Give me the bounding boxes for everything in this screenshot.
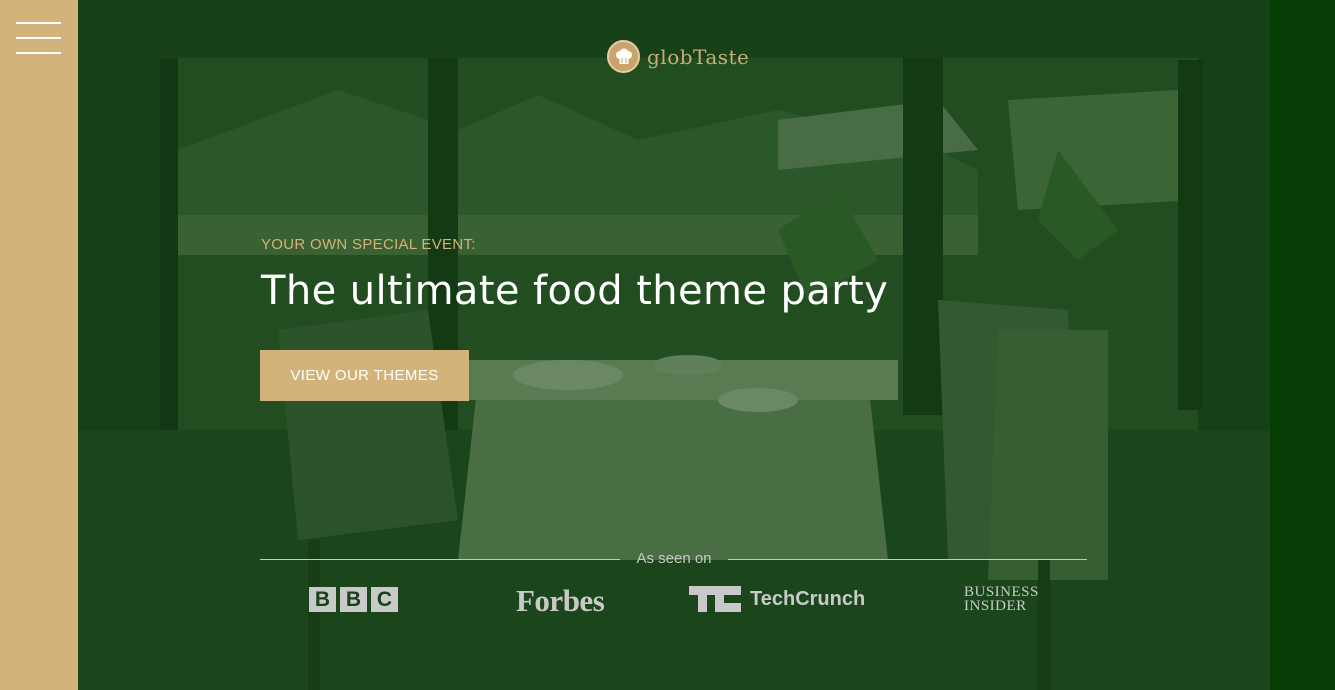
hero-section	[78, 0, 1270, 690]
techcrunch-name: TechCrunch	[750, 587, 866, 610]
bbc-logo[interactable]: B B C	[309, 587, 398, 612]
brand-logo[interactable]: globTaste	[607, 40, 749, 73]
business-insider-line2: INSIDER	[964, 598, 1027, 614]
sidebar	[0, 0, 78, 690]
chef-hat-icon	[607, 40, 640, 73]
brand-name: globTaste	[647, 44, 750, 69]
forbes-logo[interactable]: Forbes	[516, 583, 605, 619]
techcrunch-mark-icon	[689, 586, 741, 612]
business-insider-line1: BUSINESS	[964, 584, 1039, 600]
press-divider-right	[728, 559, 1087, 560]
techcrunch-logo[interactable]: TechCrunch	[689, 586, 865, 612]
hamburger-menu-icon[interactable]	[16, 22, 61, 56]
business-insider-logo[interactable]: BUSINESS INSIDER	[964, 584, 1039, 614]
hero-overlay	[78, 0, 1270, 690]
hero-headline: The ultimate food theme party	[261, 268, 889, 314]
hero-eyebrow: YOUR OWN SPECIAL EVENT:	[261, 236, 476, 253]
bbc-letter: C	[371, 587, 398, 612]
bbc-letter: B	[309, 587, 336, 612]
bbc-letter: B	[340, 587, 367, 612]
press-divider-left	[260, 559, 620, 560]
view-themes-button[interactable]: VIEW OUR THEMES	[260, 350, 469, 401]
right-edge-band	[1270, 0, 1335, 690]
press-label: As seen on	[636, 550, 712, 567]
